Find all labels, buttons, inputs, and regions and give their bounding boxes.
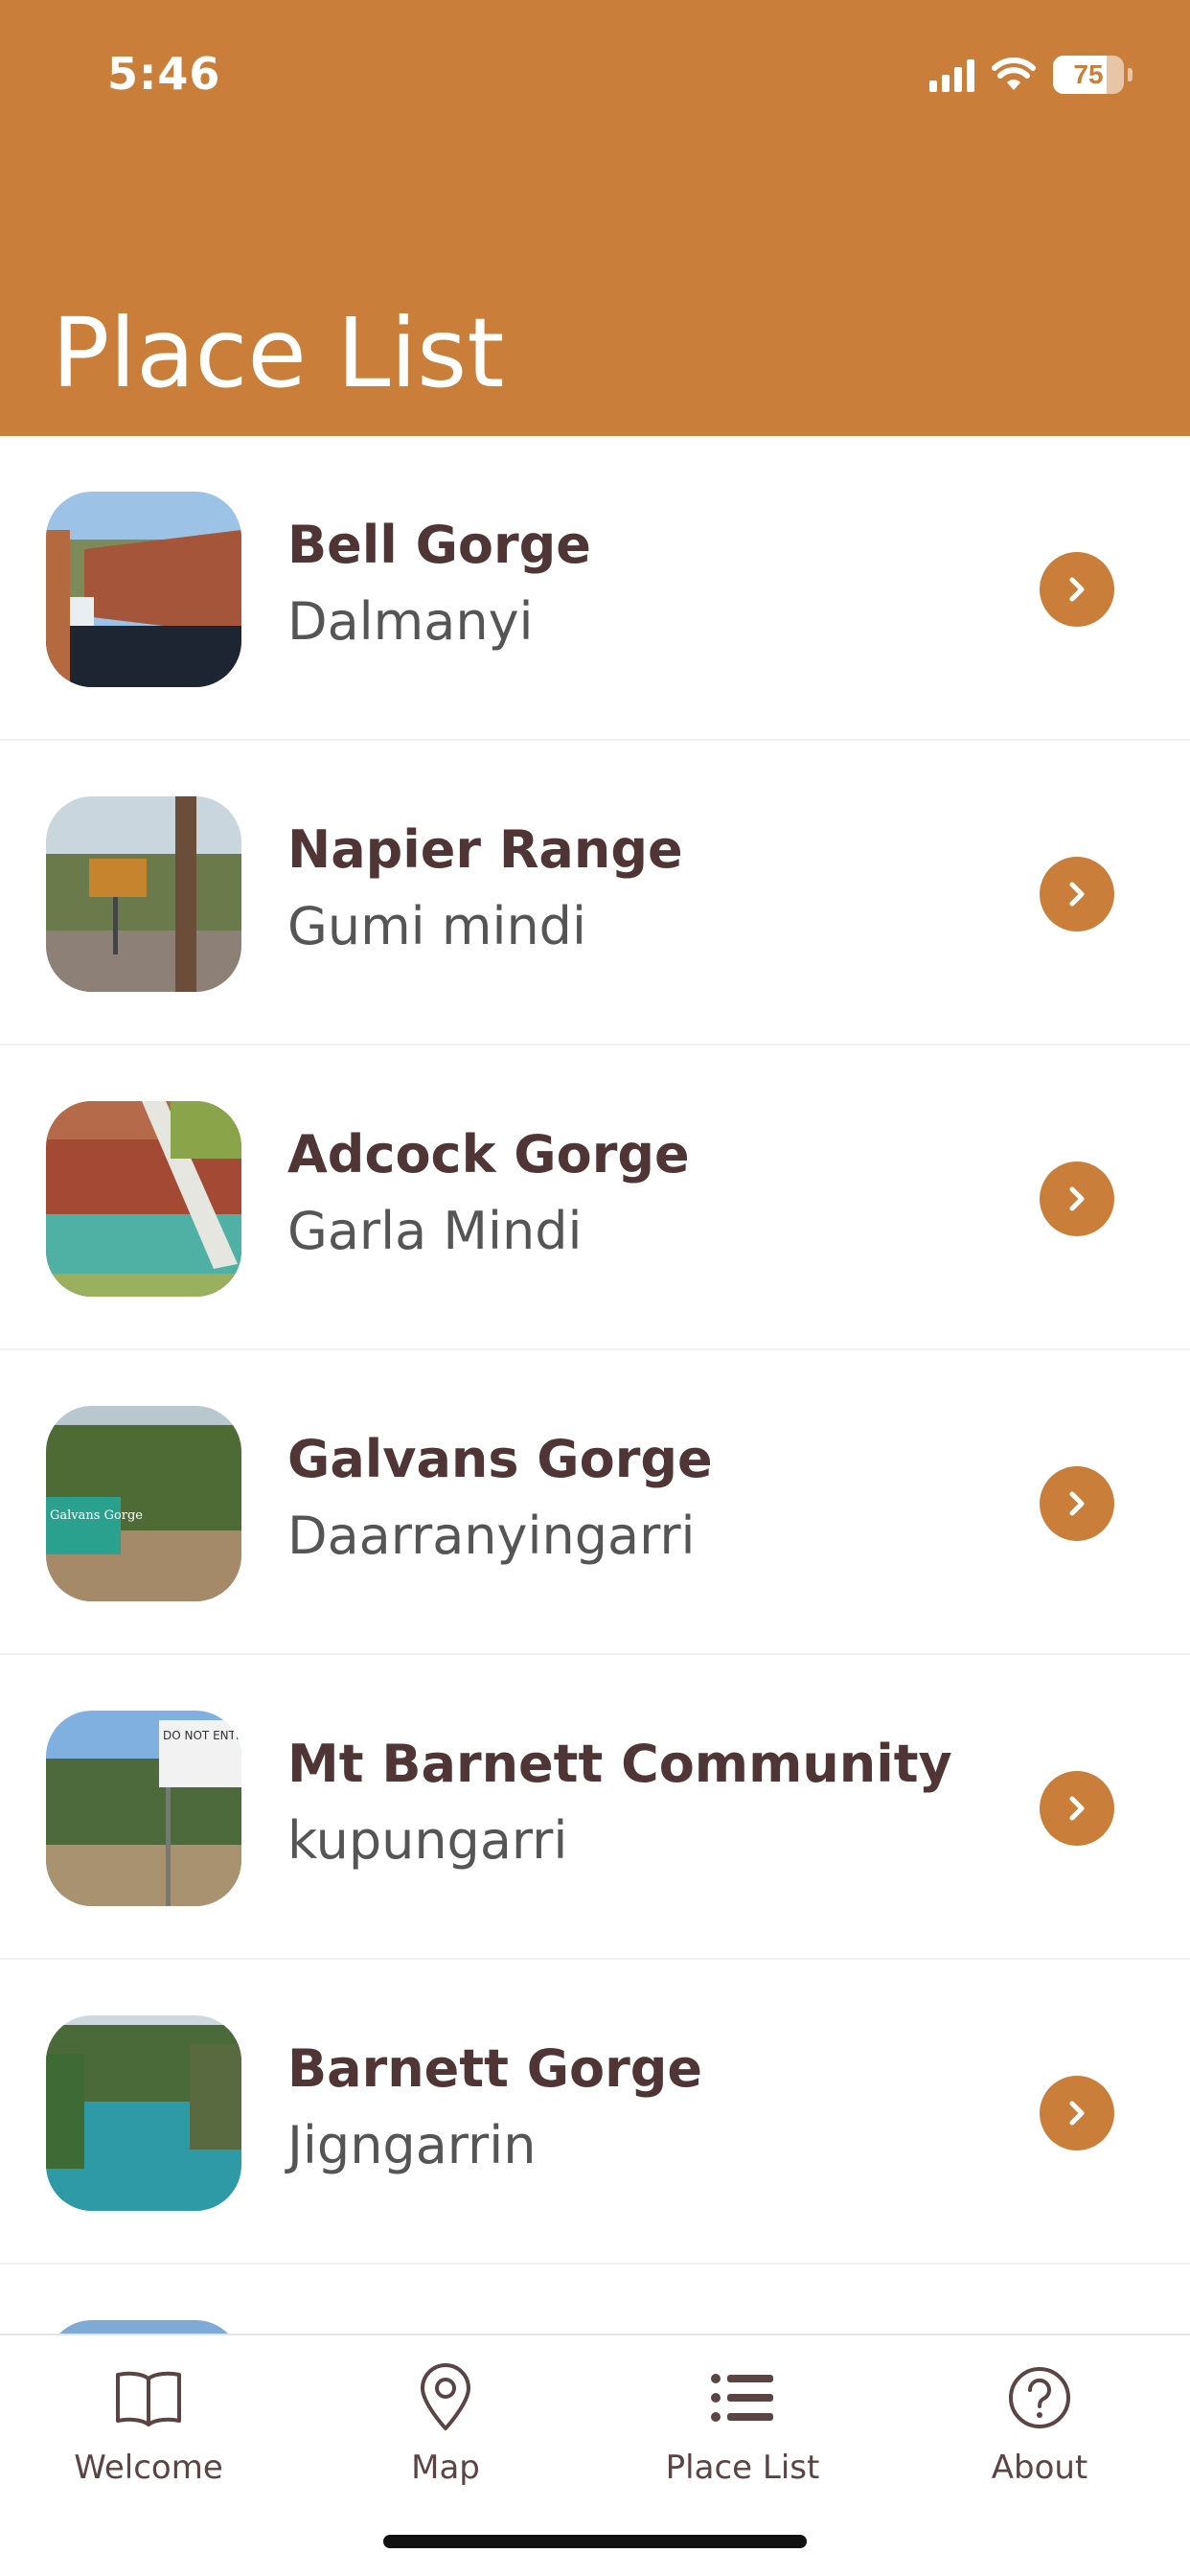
place-thumbnail <box>46 492 241 687</box>
list-item-mt-barnett-community[interactable]: DO NOT ENTER Mt Barnett Community kupung… <box>0 1655 1190 1960</box>
place-alt-name: Garla Mindi <box>287 1201 583 1261</box>
wifi-icon <box>992 58 1036 90</box>
chevron-right-icon[interactable] <box>1040 552 1114 627</box>
place-alt-name: Dalmanyi <box>287 591 534 652</box>
tab-welcome[interactable]: Welcome <box>0 2355 297 2518</box>
chevron-right-icon[interactable] <box>1040 1466 1114 1541</box>
place-alt-name: kupungarri <box>287 1810 568 1871</box>
home-indicator[interactable] <box>383 2535 807 2548</box>
chevron-right-icon[interactable] <box>1040 2076 1114 2150</box>
place-name: Barnett Gorge <box>287 2038 703 2099</box>
place-thumbnail: DO NOT ENTER <box>46 1711 241 1906</box>
help-circle-icon <box>1009 2367 1070 2428</box>
battery-tip <box>1128 68 1133 81</box>
status-time: 5:46 <box>107 48 221 100</box>
list-item-galvans-gorge[interactable]: Galvans Gorge Galvans Gorge Daarranyinga… <box>0 1350 1190 1655</box>
place-thumbnail: Galvans Gorge <box>46 1406 241 1601</box>
place-alt-name: Gumi mindi <box>287 896 586 956</box>
place-alt-name: Jigngarrin <box>287 2115 537 2175</box>
place-name: Bell Gorge <box>287 515 591 575</box>
book-icon <box>116 2371 181 2426</box>
chevron-right-icon[interactable] <box>1040 857 1114 932</box>
sign-text: DO NOT ENTER <box>163 1729 241 1742</box>
place-name: Galvans Gorge <box>287 1429 713 1489</box>
tab-label: Place List <box>665 2449 820 2487</box>
list-item-bell-gorge[interactable]: Bell Gorge Dalmanyi <box>0 436 1190 741</box>
list-item-napier-range[interactable]: Napier Range Gumi mindi <box>0 741 1190 1046</box>
list-item-adcock-gorge[interactable]: Adcock Gorge Garla Mindi <box>0 1046 1190 1350</box>
sign-text: Galvans Gorge <box>50 1508 143 1523</box>
place-name: Mt Barnett Community <box>287 1734 952 1794</box>
list-item-barnett-gorge[interactable]: Barnett Gorge Jigngarrin <box>0 1960 1190 2265</box>
place-name: Napier Range <box>287 819 683 880</box>
list-icon <box>711 2374 773 2422</box>
page-title: Place List <box>52 297 505 409</box>
tab-map[interactable]: Map <box>297 2355 594 2518</box>
place-thumbnail <box>46 796 241 992</box>
chevron-right-icon[interactable] <box>1040 1162 1114 1236</box>
map-pin-icon <box>421 2363 470 2430</box>
place-thumbnail <box>46 1101 241 1297</box>
status-icons: 75 <box>929 54 1133 96</box>
tab-label: Map <box>411 2449 480 2487</box>
battery-icon: 75 <box>1053 56 1124 94</box>
tab-about[interactable]: About <box>891 2355 1188 2518</box>
list-item-partial[interactable] <box>0 2265 1190 2334</box>
place-list[interactable]: Bell Gorge Dalmanyi Napier Range Gumi mi… <box>0 436 1190 2334</box>
tab-label: About <box>991 2449 1088 2487</box>
chevron-right-icon[interactable] <box>1040 1771 1114 1846</box>
cellular-signal-icon <box>929 58 974 92</box>
tab-label: Welcome <box>74 2449 223 2487</box>
place-thumbnail <box>46 2015 241 2211</box>
header-bar: 5:46 75 Place List <box>0 0 1190 436</box>
tab-place-list[interactable]: Place List <box>594 2355 891 2518</box>
place-name: Adcock Gorge <box>287 1124 690 1184</box>
battery-level: 75 <box>1073 59 1104 89</box>
place-alt-name: Daarranyingarri <box>287 1506 696 1566</box>
place-thumbnail <box>46 2320 241 2334</box>
